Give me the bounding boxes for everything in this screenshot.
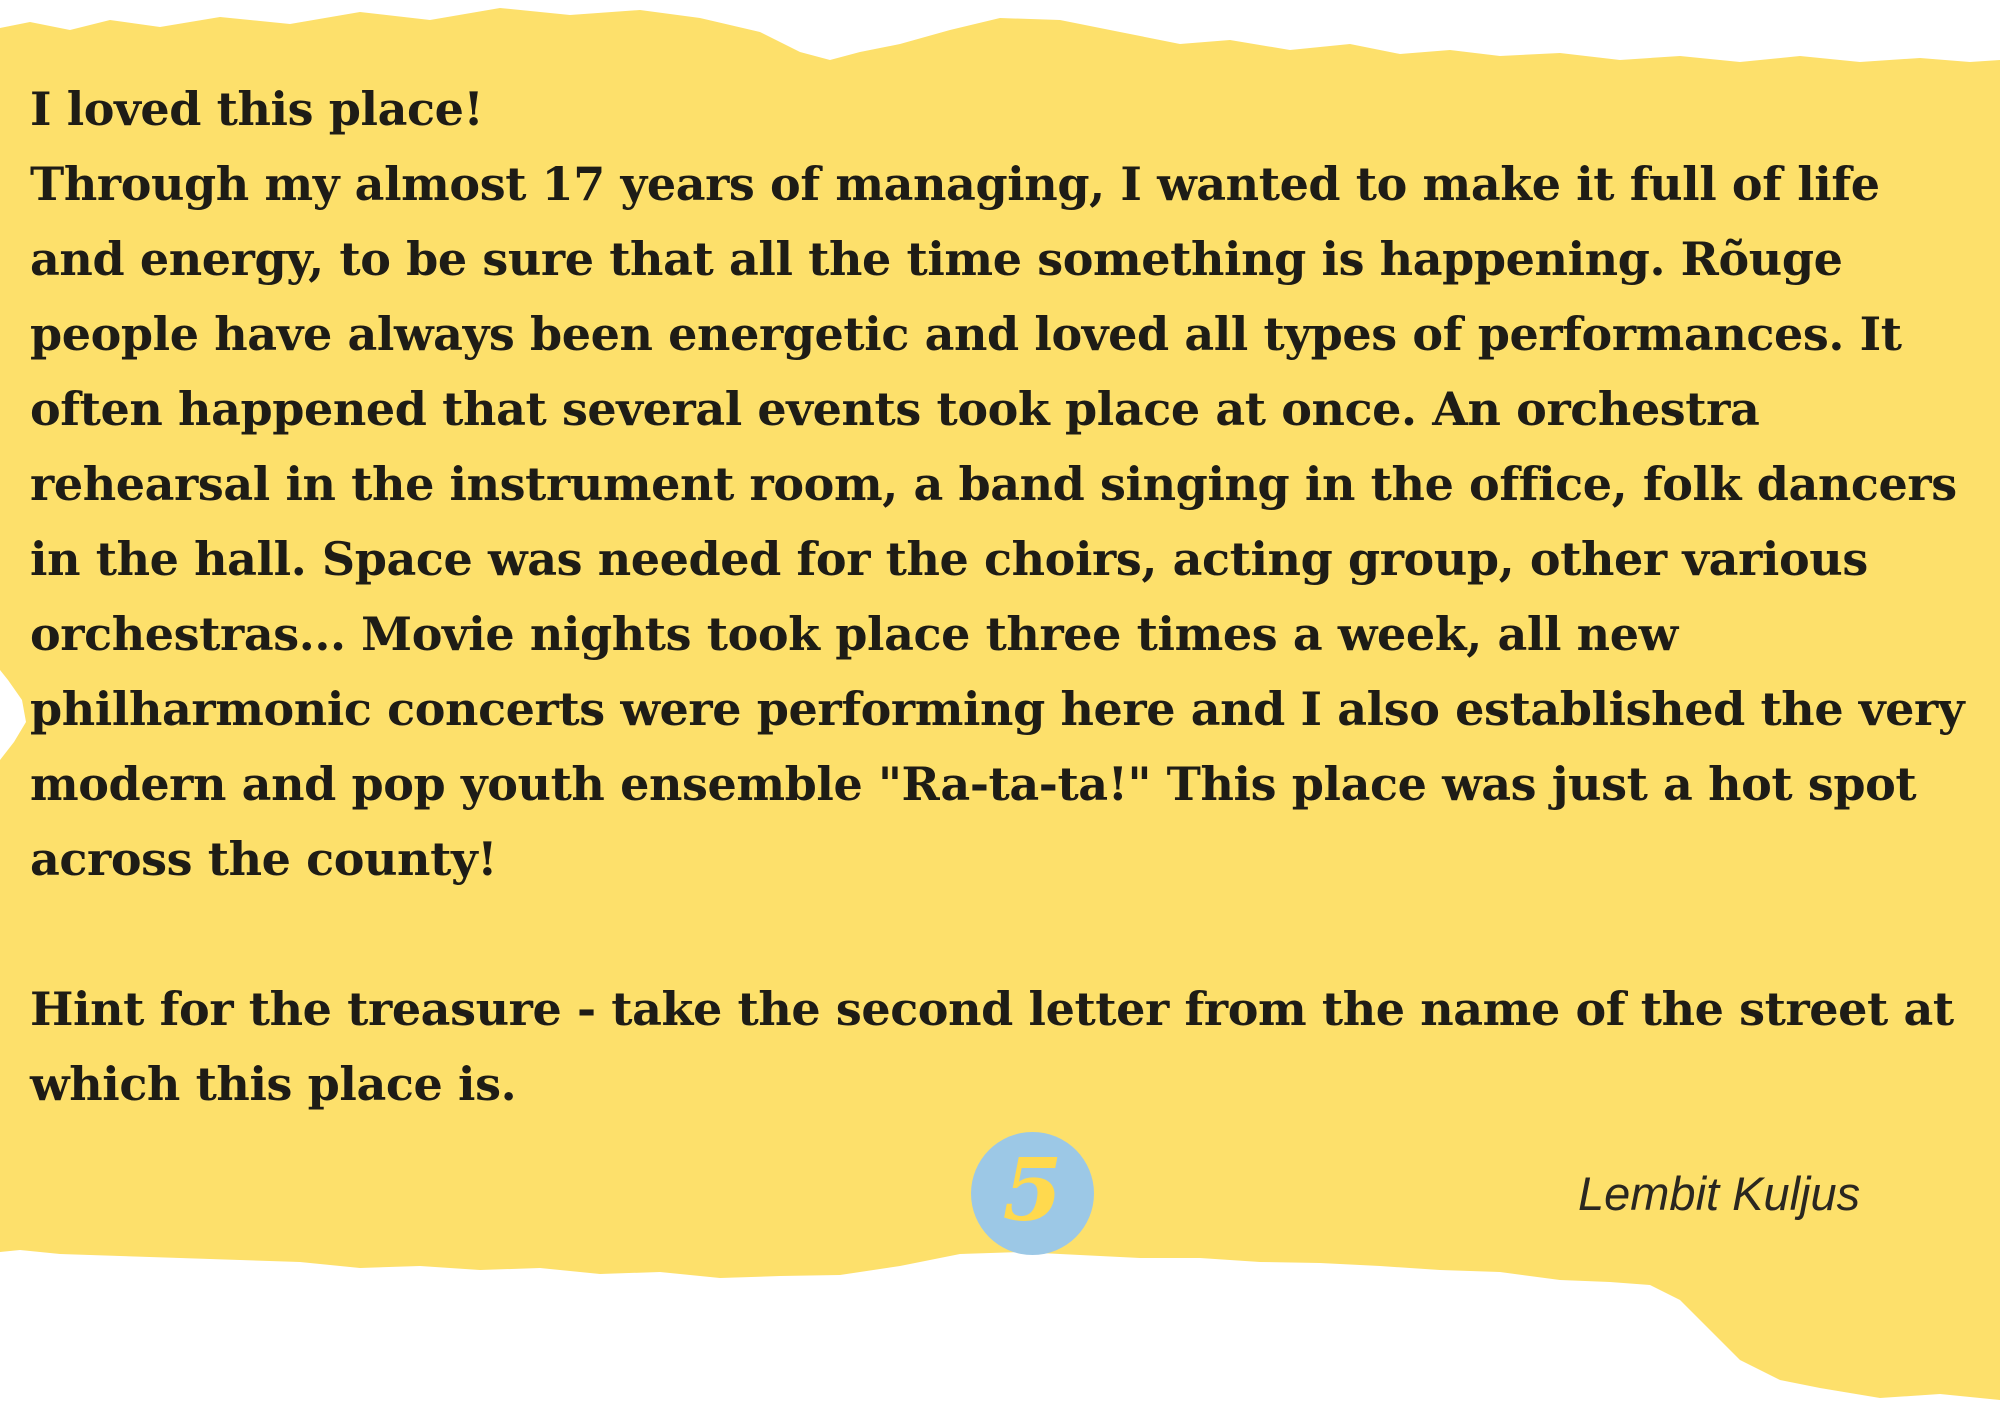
- treasure-hint: Hint for the treasure - take the second …: [30, 982, 1970, 1111]
- opening-line: I loved this place!: [30, 82, 484, 136]
- memory-paragraph: Through my almost 17 years of managing, …: [30, 157, 1980, 886]
- badge-number: 5: [1002, 1139, 1063, 1241]
- torn-paper-page: I loved this place! Through my almost 17…: [0, 0, 2000, 1414]
- note-text: I loved this place! Through my almost 17…: [30, 72, 1980, 1122]
- author-signature: Lembit Kuljus: [1578, 1167, 1861, 1220]
- number-badge: 5: [971, 1132, 1094, 1255]
